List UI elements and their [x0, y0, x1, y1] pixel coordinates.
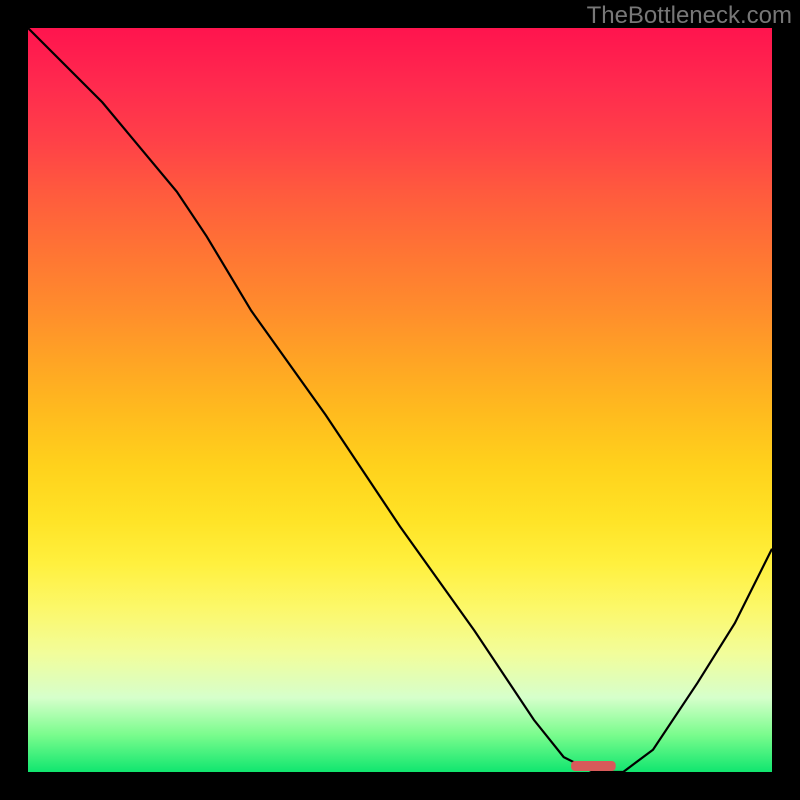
chart-svg — [28, 28, 772, 772]
watermark-text: TheBottleneck.com — [587, 2, 792, 30]
optimum-marker — [571, 761, 616, 771]
bottleneck-curve — [28, 28, 772, 772]
plot-area — [28, 28, 772, 772]
chart-frame: TheBottleneck.com — [0, 0, 800, 800]
